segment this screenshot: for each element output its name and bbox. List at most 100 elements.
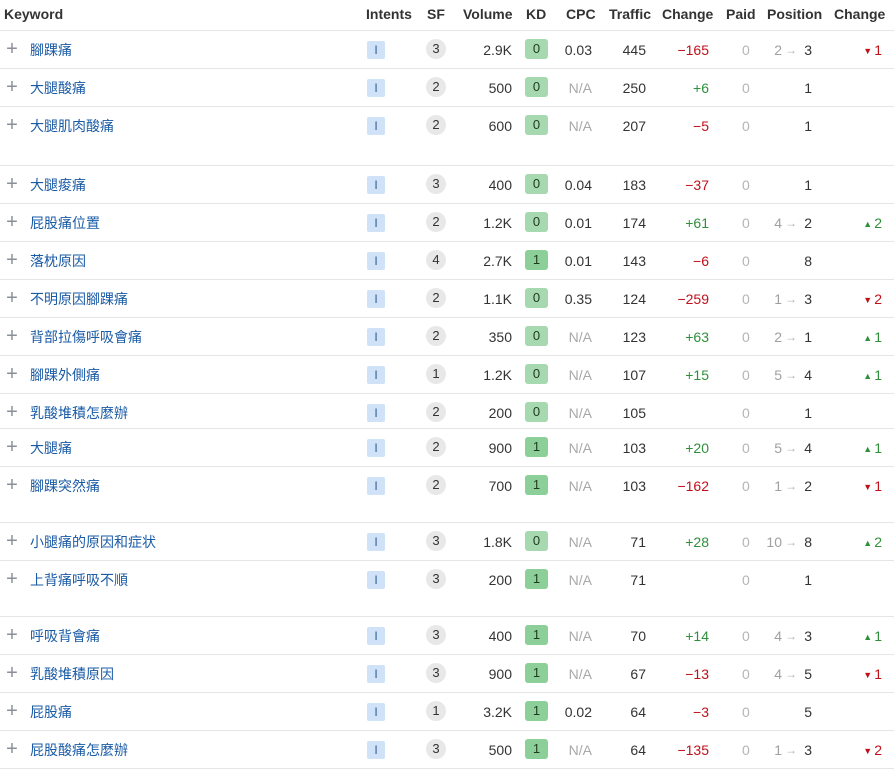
expand-row-icon[interactable]: +: [4, 437, 20, 457]
cpc-value: N/A: [568, 478, 592, 494]
expand-row-icon[interactable]: +: [4, 174, 20, 194]
col-header-sf[interactable]: SF: [427, 6, 445, 22]
table-row[interactable]: + 乳酸堆積原因 I 3 900 1 N/A 67 −13 0 4 5 → ▼ 1: [0, 655, 894, 693]
intent-badge: I: [367, 290, 385, 308]
table-row[interactable]: + 腳踝突然痛 I 2 700 1 N/A 103 −162 0 1 2 → ▼ 1: [0, 467, 894, 523]
table-row[interactable]: + 大腿酸痛 I 2 500 0 N/A 250 +6 0 1: [0, 69, 894, 107]
cpc-value: N/A: [568, 572, 592, 588]
keyword-link[interactable]: 大腿酸痛: [30, 78, 86, 98]
cpc-value: N/A: [568, 742, 592, 758]
keyword-link[interactable]: 大腿痠痛: [30, 175, 86, 195]
table-row[interactable]: + 屁股痛位置 I 2 1.2K 0 0.01 174 +61 0 4 2 → ▲ 2: [0, 204, 894, 242]
keyword-link[interactable]: 屁股痛: [30, 702, 72, 722]
expand-row-icon[interactable]: +: [4, 739, 20, 759]
keyword-link[interactable]: 上背痛呼吸不順: [30, 570, 128, 590]
table-row[interactable]: + 腳踝痛 I 3 2.9K 0 0.03 445 −165 0 2 3 → ▼ 1: [0, 31, 894, 69]
volume-value: 1.2K: [483, 215, 512, 231]
keyword-link[interactable]: 屁股痛位置: [30, 213, 100, 233]
paid-value: 0: [742, 215, 750, 231]
triangle-down-icon: ▼: [863, 46, 873, 56]
col-header-volume[interactable]: Volume: [463, 6, 513, 22]
col-header-position[interactable]: Position: [767, 6, 822, 22]
col-header-intents[interactable]: Intents: [366, 6, 412, 22]
current-position: 8: [804, 534, 812, 550]
intent-badge: I: [367, 571, 385, 589]
traffic-change-value: −37: [685, 177, 709, 193]
table-row[interactable]: + 小腿痛的原因和症状 I 3 1.8K 0 N/A 71 +28 0 10 8 → ▲ 2: [0, 523, 894, 561]
expand-row-icon[interactable]: +: [4, 250, 20, 270]
keyword-link[interactable]: 大腿肌肉酸痛: [30, 116, 114, 136]
expand-row-icon[interactable]: +: [4, 569, 20, 589]
position-change: ▼ 1: [863, 664, 882, 686]
traffic-change-value: −6: [693, 253, 709, 269]
kd-badge: 0: [525, 364, 548, 384]
traffic-change-value: +63: [685, 329, 709, 345]
expand-row-icon[interactable]: +: [4, 364, 20, 384]
keyword-link[interactable]: 背部拉傷呼吸會痛: [30, 327, 142, 347]
arrow-right-icon: →: [785, 43, 797, 57]
table-row[interactable]: + 不明原因腳踝痛 I 2 1.1K 0 0.35 124 −259 0 1 3 → ▼ 2: [0, 280, 894, 318]
sf-count-badge: 2: [426, 326, 446, 346]
table-row[interactable]: + 乳酸堆積怎麼辦 I 2 200 0 N/A 105 0 1: [0, 394, 894, 429]
table-row[interactable]: + 呼吸背會痛 I 3 400 1 N/A 70 +14 0 4 3 → ▲ 1: [0, 617, 894, 655]
keyword-link[interactable]: 乳酸堆積原因: [30, 664, 114, 684]
paid-value: 0: [742, 80, 750, 96]
keywords-table: Keyword Intents SF Volume KD CPC Traffic…: [0, 0, 894, 769]
col-header-paid[interactable]: Paid: [726, 6, 756, 22]
traffic-value: 64: [630, 704, 646, 720]
expand-row-icon[interactable]: +: [4, 402, 20, 422]
keyword-link[interactable]: 落枕原因: [30, 251, 86, 271]
table-row[interactable]: + 屁股痛 I 1 3.2K 1 0.02 64 −3 0 5: [0, 693, 894, 731]
keyword-link[interactable]: 不明原因腳踝痛: [30, 289, 128, 309]
expand-row-icon[interactable]: +: [4, 625, 20, 645]
keyword-link[interactable]: 腳踝突然痛: [30, 476, 100, 496]
expand-row-icon[interactable]: +: [4, 77, 20, 97]
previous-position: 1: [774, 478, 782, 494]
col-header-traffic[interactable]: Traffic: [609, 6, 651, 22]
expand-row-icon[interactable]: +: [4, 39, 20, 59]
expand-row-icon[interactable]: +: [4, 212, 20, 232]
current-position: 2: [804, 215, 812, 231]
col-header-kd[interactable]: KD: [526, 6, 546, 22]
keyword-link[interactable]: 小腿痛的原因和症状: [30, 532, 156, 552]
col-header-change[interactable]: Change: [662, 6, 713, 22]
table-header: Keyword Intents SF Volume KD CPC Traffic…: [0, 0, 894, 31]
keyword-link[interactable]: 屁股酸痛怎麼辦: [30, 740, 128, 760]
table-row[interactable]: + 腳踝外側痛 I 1 1.2K 0 N/A 107 +15 0 5 4 → ▲ 1: [0, 356, 894, 394]
expand-row-icon[interactable]: +: [4, 663, 20, 683]
expand-row-icon[interactable]: +: [4, 475, 20, 495]
expand-row-icon[interactable]: +: [4, 326, 20, 346]
keyword-link[interactable]: 腳踝外側痛: [30, 365, 100, 385]
keyword-link[interactable]: 乳酸堆積怎麼辦: [30, 403, 128, 423]
keyword-link[interactable]: 大腿痛: [30, 438, 72, 458]
keyword-link[interactable]: 腳踝痛: [30, 40, 72, 60]
sf-count-badge: 3: [426, 531, 446, 551]
keyword-link[interactable]: 呼吸背會痛: [30, 626, 100, 646]
current-position: 1: [804, 177, 812, 193]
table-row[interactable]: + 上背痛呼吸不順 I 3 200 1 N/A 71 0 1: [0, 561, 894, 617]
expand-row-icon[interactable]: +: [4, 701, 20, 721]
position-change-value: 1: [874, 42, 882, 58]
expand-row-icon[interactable]: +: [4, 288, 20, 308]
table-row[interactable]: + 落枕原因 I 4 2.7K 1 0.01 143 −6 0 8: [0, 242, 894, 280]
table-row[interactable]: + 大腿肌肉酸痛 I 2 600 0 N/A 207 −5 0 1: [0, 107, 894, 166]
traffic-change-value: −162: [677, 478, 709, 494]
intent-badge: I: [367, 703, 385, 721]
arrow-right-icon: →: [785, 330, 797, 344]
intent-badge: I: [367, 79, 385, 97]
current-position: 1: [804, 405, 812, 421]
table-row[interactable]: + 大腿痠痛 I 3 400 0 0.04 183 −37 0 1: [0, 166, 894, 204]
col-header-cpc[interactable]: CPC: [566, 6, 596, 22]
table-row[interactable]: + 背部拉傷呼吸會痛 I 2 350 0 N/A 123 +63 0 2 1 → ▲ 1: [0, 318, 894, 356]
triangle-down-icon: ▼: [863, 295, 873, 305]
col-header-keyword[interactable]: Keyword: [4, 6, 63, 22]
expand-row-icon[interactable]: +: [4, 531, 20, 551]
current-position: 2: [804, 478, 812, 494]
table-row[interactable]: + 大腿痛 I 2 900 1 N/A 103 +20 0 5 4 → ▲ 1: [0, 429, 894, 467]
traffic-value: 64: [630, 742, 646, 758]
paid-value: 0: [742, 367, 750, 383]
previous-position: 5: [774, 367, 782, 383]
table-row[interactable]: + 屁股酸痛怎麼辦 I 3 500 1 N/A 64 −135 0 1 3 → ▼ 2: [0, 731, 894, 769]
col-header-position-change[interactable]: Change: [834, 6, 885, 22]
expand-row-icon[interactable]: +: [4, 115, 20, 135]
